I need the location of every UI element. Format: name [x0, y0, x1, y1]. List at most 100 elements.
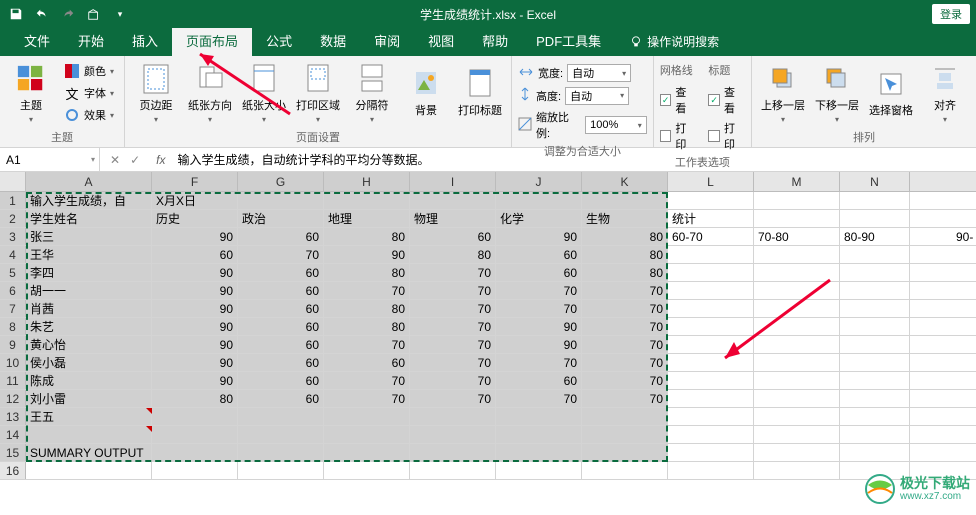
- row-header[interactable]: 3: [0, 228, 26, 245]
- row-header[interactable]: 4: [0, 246, 26, 263]
- cell[interactable]: 80: [324, 300, 410, 317]
- cell[interactable]: [668, 318, 754, 335]
- cell[interactable]: 王华: [26, 246, 152, 263]
- cell[interactable]: 学生姓名: [26, 210, 152, 227]
- cell[interactable]: 物理: [410, 210, 496, 227]
- cell[interactable]: [668, 426, 754, 443]
- cell[interactable]: [496, 426, 582, 443]
- cell[interactable]: [582, 408, 668, 425]
- cell[interactable]: 60: [496, 264, 582, 281]
- cell[interactable]: [840, 408, 910, 425]
- effects-button[interactable]: 效果▾: [60, 105, 118, 125]
- cell[interactable]: [668, 246, 754, 263]
- cell[interactable]: [840, 372, 910, 389]
- cell[interactable]: 90: [152, 372, 238, 389]
- cell[interactable]: 90: [152, 264, 238, 281]
- tell-me-search[interactable]: 操作说明搜索: [615, 27, 733, 56]
- cell[interactable]: 60-70: [668, 228, 754, 245]
- fonts-button[interactable]: 文字体▾: [60, 83, 118, 103]
- cell[interactable]: [152, 426, 238, 443]
- column-header[interactable]: N: [840, 172, 910, 191]
- cell[interactable]: 70: [496, 282, 582, 299]
- cell[interactable]: 70: [410, 336, 496, 353]
- colors-button[interactable]: 颜色▾: [60, 61, 118, 81]
- column-header[interactable]: I: [410, 172, 496, 191]
- tab-pdf[interactable]: PDF工具集: [522, 25, 615, 56]
- login-button[interactable]: 登录: [932, 4, 970, 24]
- cell[interactable]: 60: [238, 336, 324, 353]
- tab-review[interactable]: 审阅: [360, 25, 414, 56]
- cell[interactable]: 60: [238, 390, 324, 407]
- cell[interactable]: [238, 408, 324, 425]
- cell[interactable]: 70: [324, 336, 410, 353]
- cell[interactable]: 60: [238, 318, 324, 335]
- cell[interactable]: 李四: [26, 264, 152, 281]
- row-header[interactable]: 13: [0, 408, 26, 425]
- cell[interactable]: [410, 192, 496, 209]
- cell[interactable]: 70: [324, 282, 410, 299]
- cell[interactable]: [754, 408, 840, 425]
- cell[interactable]: 70: [410, 372, 496, 389]
- cell[interactable]: [324, 408, 410, 425]
- cell[interactable]: 70-80: [754, 228, 840, 245]
- cell[interactable]: 张三: [26, 228, 152, 245]
- cell[interactable]: 80: [410, 246, 496, 263]
- cell[interactable]: [840, 192, 910, 209]
- column-header[interactable]: K: [582, 172, 668, 191]
- cell[interactable]: SUMMARY OUTPUT: [26, 444, 152, 461]
- cell[interactable]: 60: [496, 372, 582, 389]
- tab-data[interactable]: 数据: [306, 25, 360, 56]
- cell[interactable]: 90: [152, 282, 238, 299]
- cell[interactable]: [152, 408, 238, 425]
- redo-button[interactable]: [56, 2, 80, 26]
- cell[interactable]: [754, 372, 840, 389]
- confirm-formula-button[interactable]: ✓: [130, 153, 140, 167]
- cell[interactable]: [754, 192, 840, 209]
- cell[interactable]: [410, 426, 496, 443]
- tab-file[interactable]: 文件: [10, 25, 64, 56]
- cell[interactable]: 化学: [496, 210, 582, 227]
- cell[interactable]: [840, 426, 910, 443]
- cell[interactable]: 70: [582, 390, 668, 407]
- cell[interactable]: 70: [238, 246, 324, 263]
- cell[interactable]: 政治: [238, 210, 324, 227]
- cell[interactable]: [668, 264, 754, 281]
- row-header[interactable]: 6: [0, 282, 26, 299]
- orientation-button[interactable]: 纸张方向▾: [185, 60, 235, 126]
- cell[interactable]: [668, 336, 754, 353]
- cell[interactable]: [26, 426, 152, 443]
- cell[interactable]: [238, 462, 324, 479]
- cell[interactable]: 60: [496, 246, 582, 263]
- cell[interactable]: [582, 426, 668, 443]
- cell[interactable]: 80-90: [840, 228, 910, 245]
- cell[interactable]: [324, 444, 410, 461]
- row-header[interactable]: 12: [0, 390, 26, 407]
- row-header[interactable]: 9: [0, 336, 26, 353]
- bring-forward-button[interactable]: 上移一层▾: [758, 60, 808, 126]
- cell[interactable]: 60: [410, 228, 496, 245]
- cell[interactable]: 90: [496, 228, 582, 245]
- gridlines-view-checkbox[interactable]: ✓: [660, 94, 672, 106]
- cell[interactable]: 60: [238, 372, 324, 389]
- gridlines-print-checkbox[interactable]: [660, 130, 672, 142]
- cell[interactable]: 90: [152, 318, 238, 335]
- cell[interactable]: 输入学生成绩，自: [26, 192, 152, 209]
- themes-button[interactable]: 主题 ▾: [6, 60, 56, 126]
- cell[interactable]: [840, 264, 910, 281]
- name-box[interactable]: A1: [0, 148, 100, 171]
- cell[interactable]: [668, 282, 754, 299]
- cell[interactable]: [496, 444, 582, 461]
- cell[interactable]: 70: [410, 264, 496, 281]
- column-header[interactable]: J: [496, 172, 582, 191]
- cell[interactable]: 70: [324, 390, 410, 407]
- cell[interactable]: 王五: [26, 408, 152, 425]
- qat-dropdown[interactable]: ▾: [108, 2, 132, 26]
- cell[interactable]: [840, 318, 910, 335]
- size-button[interactable]: 纸张大小▾: [239, 60, 289, 126]
- cell[interactable]: 胡一一: [26, 282, 152, 299]
- cell[interactable]: 90-: [956, 228, 973, 246]
- cell[interactable]: [754, 426, 840, 443]
- cell[interactable]: [754, 354, 840, 371]
- row-header[interactable]: 8: [0, 318, 26, 335]
- cell[interactable]: 70: [410, 282, 496, 299]
